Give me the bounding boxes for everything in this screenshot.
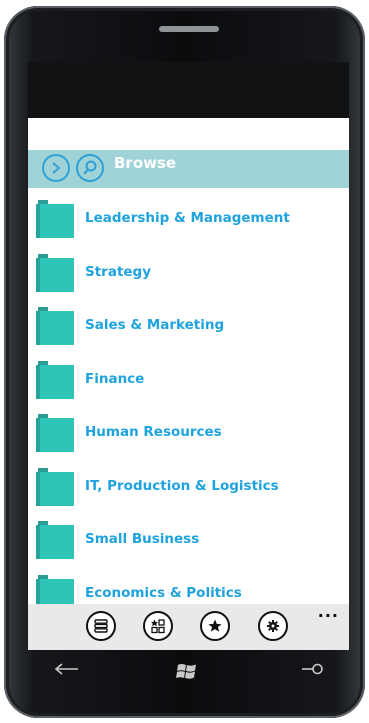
browse-header: Browse bbox=[28, 150, 349, 188]
chevron-right-icon bbox=[52, 162, 61, 174]
page-title: Browse bbox=[114, 154, 177, 172]
category-label: Human Resources bbox=[85, 424, 222, 440]
list-item[interactable]: Strategy bbox=[28, 250, 349, 304]
category-label: Strategy bbox=[85, 263, 152, 280]
folder-icon bbox=[36, 467, 74, 506]
earpiece-speaker bbox=[159, 26, 219, 32]
hardware-nav-bar bbox=[28, 650, 349, 698]
favorites-button[interactable] bbox=[200, 611, 230, 641]
search-button[interactable] bbox=[76, 154, 104, 182]
list-item[interactable]: Sales & Marketing bbox=[28, 303, 349, 357]
category-label: Economics & Politics bbox=[85, 584, 242, 601]
back-arrow-icon[interactable] bbox=[54, 662, 80, 676]
category-label: Small Business bbox=[85, 531, 200, 547]
folder-icon bbox=[36, 360, 74, 399]
list-item[interactable]: Economics & Politics bbox=[28, 571, 349, 604]
search-icon bbox=[83, 160, 97, 175]
categories-button[interactable] bbox=[143, 611, 173, 641]
category-label: Leadership & Management bbox=[85, 210, 290, 226]
folder-icon bbox=[36, 253, 74, 292]
star-icon bbox=[208, 619, 222, 632]
application-bar: ... bbox=[28, 602, 349, 650]
list-item[interactable]: IT, Production & Logistics bbox=[28, 464, 349, 518]
gear-icon bbox=[267, 620, 279, 632]
category-label: Sales & Marketing bbox=[85, 317, 225, 333]
search-key-icon[interactable] bbox=[300, 662, 324, 676]
category-list: Leadership & Management Strategy Sales &… bbox=[28, 196, 349, 604]
next-button[interactable] bbox=[42, 154, 70, 182]
category-label: Finance bbox=[85, 370, 145, 387]
more-options-button[interactable]: ... bbox=[318, 602, 339, 621]
list-view-button[interactable] bbox=[86, 611, 116, 641]
folder-icon bbox=[36, 200, 74, 238]
folder-icon bbox=[36, 521, 74, 559]
list-item[interactable]: Human Resources bbox=[28, 410, 349, 464]
windows-logo-icon[interactable] bbox=[176, 662, 198, 682]
list-item[interactable]: Small Business bbox=[28, 517, 349, 571]
folder-icon bbox=[36, 307, 74, 345]
categories-icon bbox=[151, 619, 165, 634]
phone-frame: Browse Leadership & Management Strategy … bbox=[4, 6, 365, 718]
list-item[interactable]: Finance bbox=[28, 357, 349, 411]
status-area bbox=[28, 62, 349, 118]
app-screen: Browse Leadership & Management Strategy … bbox=[28, 118, 349, 604]
folder-icon bbox=[36, 414, 74, 452]
folder-icon bbox=[36, 574, 74, 604]
settings-button[interactable] bbox=[258, 611, 288, 641]
list-icon bbox=[94, 619, 108, 633]
category-label: IT, Production & Logistics bbox=[85, 477, 279, 494]
list-item[interactable]: Leadership & Management bbox=[28, 196, 349, 250]
